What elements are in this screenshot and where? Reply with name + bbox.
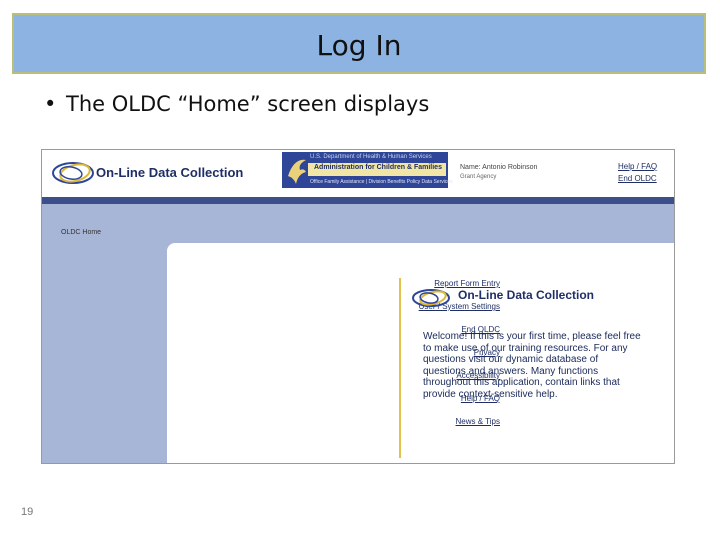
- app-name: On-Line Data Collection: [96, 165, 244, 180]
- agency-logo: U.S. Department of Health & Human Servic…: [282, 152, 453, 188]
- user-role: Grant Agency: [460, 174, 497, 180]
- gold-divider: [399, 278, 401, 458]
- welcome-text: Welcome! If this is your first time, ple…: [423, 331, 641, 400]
- agency-line-top: U.S. Department of Health & Human Servic…: [310, 154, 432, 160]
- bullet-text: The OLDC “Home” screen displays: [66, 92, 430, 116]
- bullet-item: • The OLDC “Home” screen displays: [44, 92, 429, 116]
- oldc-home-screenshot: On-Line Data Collection U.S. Department …: [41, 149, 675, 464]
- bullet-dot-icon: •: [44, 92, 57, 116]
- agency-line-bottom: Office Family Assistance | Division Bene…: [310, 179, 453, 185]
- breadcrumb: OLDC Home: [61, 229, 102, 236]
- app-header: On-Line Data Collection U.S. Department …: [42, 150, 674, 197]
- agency-name: Administration for Children & Families: [314, 164, 442, 171]
- welcome-title: On-Line Data Collection: [458, 288, 595, 302]
- oval-rings-logo-icon: [52, 162, 94, 184]
- eagle-icon: [288, 159, 306, 184]
- slide-title-bar: Log In: [12, 13, 706, 74]
- header-divider-bar: [42, 197, 674, 204]
- menu-news-tips[interactable]: News & Tips: [456, 417, 500, 426]
- header-end-link[interactable]: End OLDC: [618, 174, 657, 183]
- slide-number: 19: [21, 506, 34, 518]
- slide-title: Log In: [316, 29, 402, 62]
- oval-rings-logo-icon: [412, 289, 450, 307]
- header-help-link[interactable]: Help / FAQ: [618, 162, 657, 171]
- user-name: Name: Antonio Robinson: [460, 164, 538, 171]
